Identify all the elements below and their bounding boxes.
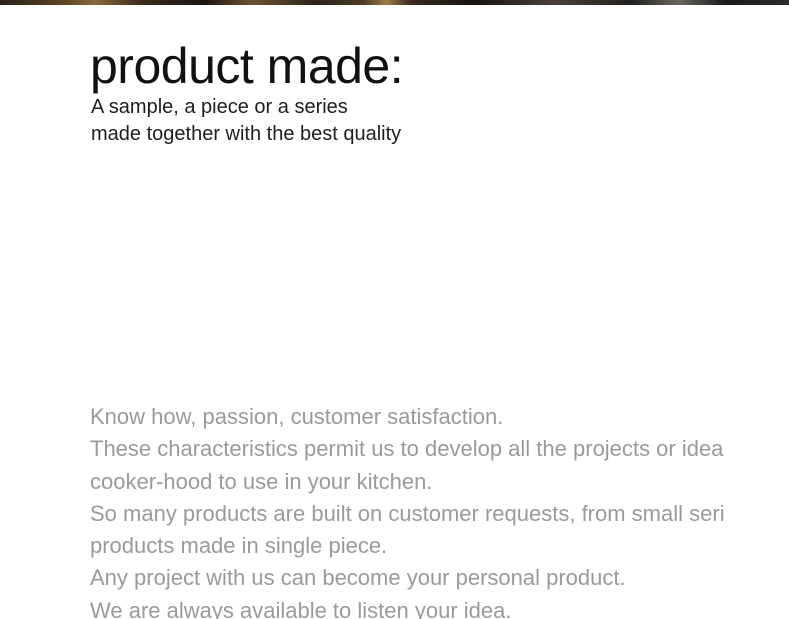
page-subtitle: A sample, a piece or a series made toget… xyxy=(91,94,401,148)
description-line: Any project with us can become your pers… xyxy=(90,565,626,591)
description-line: products made in single piece. xyxy=(90,533,388,559)
description-line: So many products are built on customer r… xyxy=(90,500,725,526)
page-title: product made: xyxy=(90,38,404,94)
page: product made: A sample, a piece or a ser… xyxy=(0,0,789,619)
subtitle-line: A sample, a piece or a series xyxy=(91,96,348,118)
description-line: We are always available to listen your i… xyxy=(90,597,512,619)
description-line: These characteristics permit us to devel… xyxy=(90,436,724,462)
subtitle-line: made together with the best quality xyxy=(91,123,402,145)
header-banner-image xyxy=(0,0,789,5)
description-line: cooker-hood to use in your kitchen. xyxy=(90,468,433,494)
description-line: Know how, passion, customer satisfaction… xyxy=(90,404,504,429)
description-paragraph: Know how, passion, customer satisfaction… xyxy=(90,401,789,619)
